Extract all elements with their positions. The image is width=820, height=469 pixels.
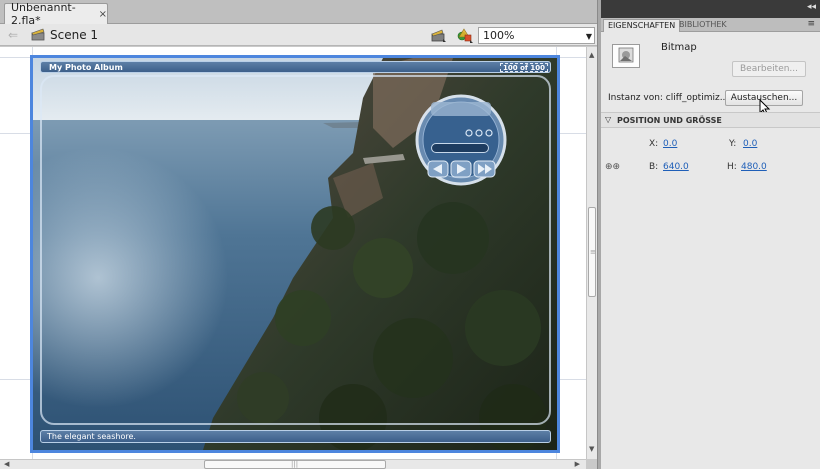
scene-label[interactable]: Scene 1 (50, 28, 98, 42)
width-value[interactable]: 640.0 (663, 162, 689, 172)
photo-album-symbol[interactable]: My Photo Album 100 of 100 The elegant se… (30, 55, 560, 453)
next-button[interactable] (473, 160, 496, 178)
document-tab-bar: Unbenannt-2.fla* × (0, 0, 597, 27)
tab-library[interactable]: BIBLIOTHEK (675, 19, 731, 32)
document-tab[interactable]: Unbenannt-2.fla* × (4, 1, 108, 27)
scroll-left-icon[interactable]: ◀ (4, 460, 9, 469)
x-value[interactable]: 0.0 (663, 139, 677, 149)
photo-caption: The elegant seashore. (47, 432, 136, 441)
edit-scene-icon[interactable] (431, 27, 447, 43)
panel-header: ◂◂ (601, 0, 820, 18)
x-label: X: (649, 139, 659, 149)
progress-bar[interactable] (431, 143, 489, 153)
clapperboard-icon (31, 28, 45, 41)
collapse-icon[interactable]: ◂◂ (807, 2, 816, 12)
back-arrow-icon[interactable]: ⇐ (8, 28, 18, 42)
vertical-scroll-thumb[interactable]: ≡ (588, 207, 596, 297)
width-label: B: (649, 162, 659, 172)
play-button[interactable] (450, 160, 472, 178)
stage-area[interactable]: My Photo Album 100 of 100 The elegant se… (0, 47, 586, 459)
zoom-value: 100% (483, 29, 515, 42)
scroll-up-icon[interactable]: ▲ (589, 51, 594, 59)
album-title-bar: My Photo Album 100 of 100 (40, 61, 551, 73)
vertical-scrollbar[interactable]: ▲ ≡ ▼ (586, 47, 597, 459)
properties-panel: ◂◂ EIGENSCHAFTEN BIBLIOTHEK ≡ Bitmap Bea… (601, 0, 820, 469)
close-tab-icon[interactable]: × (99, 9, 107, 20)
section-title: POSITION UND GRÖSSE (617, 116, 722, 125)
instance-of-label: Instanz von: cliff_optimiz... (608, 93, 729, 103)
caption-bar: The elegant seashore. (40, 430, 551, 443)
scroll-right-icon[interactable]: ▶ (575, 460, 580, 469)
panel-menu-icon[interactable]: ≡ (807, 19, 815, 29)
tab-properties[interactable]: EIGENSCHAFTEN (603, 19, 681, 32)
scroll-down-icon[interactable]: ▼ (589, 445, 594, 453)
flash-authoring-window: Unbenannt-2.fla* × ⇐ Scene 1 100% ▼ My P… (0, 0, 820, 469)
progress-indicator (461, 128, 497, 138)
zoom-select[interactable]: 100% ▼ (478, 27, 595, 44)
edit-bar: ⇐ Scene 1 100% ▼ (0, 24, 597, 46)
edit-symbols-icon[interactable] (456, 27, 474, 43)
previous-button[interactable] (427, 160, 449, 178)
horizontal-scrollbar[interactable]: ◀ ||| ▶ (0, 459, 586, 469)
position-size-section-header[interactable]: ▽ POSITION UND GRÖSSE (601, 112, 820, 128)
grip-icon: ||| (291, 460, 299, 468)
symbol-type-label: Bitmap (661, 42, 697, 53)
grip-icon: ≡ (590, 248, 596, 256)
bitmap-symbol-icon (612, 44, 640, 68)
edit-button[interactable]: Bearbeiten... (732, 61, 806, 77)
chevron-down-icon[interactable]: ▽ (605, 115, 611, 124)
panel-tab-bar: EIGENSCHAFTEN BIBLIOTHEK ≡ (601, 18, 820, 32)
dots-icon (465, 129, 493, 137)
nav-buttons (427, 160, 496, 178)
album-title: My Photo Album (49, 63, 123, 72)
height-label: H: (727, 162, 737, 172)
chevron-down-icon[interactable]: ▼ (586, 29, 592, 44)
height-value[interactable]: 480.0 (741, 162, 767, 172)
y-label: Y: (729, 139, 737, 149)
image-counter: 100 of 100 (500, 63, 548, 72)
link-proportions-icon[interactable]: ⊕⊕ (605, 162, 620, 172)
y-value[interactable]: 0.0 (743, 139, 757, 149)
horizontal-scroll-thumb[interactable]: ||| (204, 460, 386, 469)
